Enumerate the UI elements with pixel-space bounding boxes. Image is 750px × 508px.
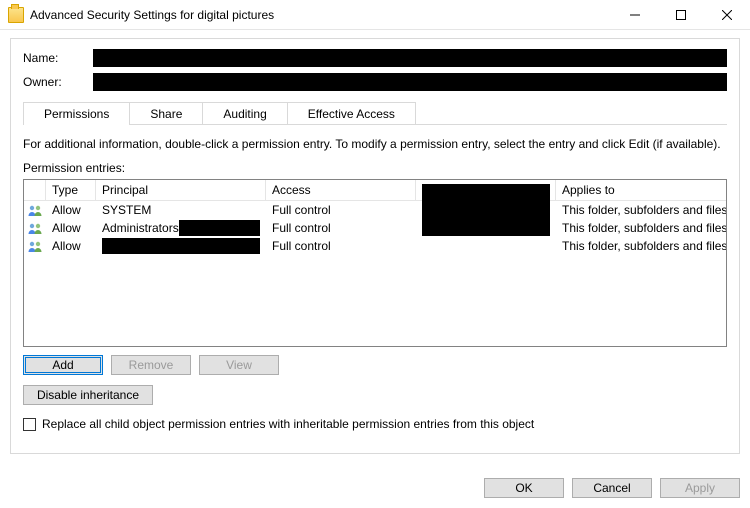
dialog-footer: OK Cancel Apply xyxy=(484,478,740,498)
minimize-button[interactable] xyxy=(612,0,658,29)
name-value-redacted xyxy=(93,49,727,67)
table-header: Type Principal Access Inherited from App… xyxy=(24,180,726,201)
replace-children-label: Replace all child object permission entr… xyxy=(42,417,534,431)
cell-type: Allow xyxy=(46,238,96,254)
cell-type: Allow xyxy=(46,202,96,218)
users-icon xyxy=(24,204,46,216)
maximize-button[interactable] xyxy=(658,0,704,29)
apply-button[interactable]: Apply xyxy=(660,478,740,498)
disable-inheritance-button[interactable]: Disable inheritance xyxy=(23,385,153,405)
main-panel: Name: Owner: Permissions Share Auditing … xyxy=(10,38,740,454)
cell-access: Full control xyxy=(266,202,416,218)
inherited-redacted xyxy=(422,184,550,236)
tab-auditing[interactable]: Auditing xyxy=(202,102,287,125)
close-button[interactable] xyxy=(704,0,750,29)
view-button[interactable]: View xyxy=(199,355,279,375)
window-titlebar: Advanced Security Settings for digital p… xyxy=(0,0,750,30)
cancel-button[interactable]: Cancel xyxy=(572,478,652,498)
info-text: For additional information, double-click… xyxy=(23,137,727,151)
principal-redacted xyxy=(179,220,260,236)
table-row[interactable]: Allow Full control This folder, subfolders… xyxy=(24,237,726,255)
users-icon xyxy=(24,240,46,252)
users-icon xyxy=(24,222,46,234)
tab-effective-access[interactable]: Effective Access xyxy=(287,102,416,125)
cell-access: Full control xyxy=(266,220,416,236)
name-label: Name: xyxy=(23,51,93,65)
cell-access: Full control xyxy=(266,238,416,254)
permission-table[interactable]: Type Principal Access Inherited from App… xyxy=(23,179,727,347)
col-access[interactable]: Access xyxy=(266,180,416,200)
tab-share[interactable]: Share xyxy=(129,102,203,125)
tabs: Permissions Share Auditing Effective Acc… xyxy=(23,101,727,124)
folder-icon xyxy=(8,7,24,23)
col-type[interactable]: Type xyxy=(46,180,96,200)
add-button[interactable]: Add xyxy=(23,355,103,375)
cell-principal: Administrators xyxy=(96,220,266,236)
window-title: Advanced Security Settings for digital p… xyxy=(30,8,612,22)
ok-button[interactable]: OK xyxy=(484,478,564,498)
cell-applies: This folder, subfolders and files xyxy=(556,202,726,218)
entries-label: Permission entries: xyxy=(23,161,727,175)
col-applies[interactable]: Applies to xyxy=(556,180,726,200)
tab-permissions[interactable]: Permissions xyxy=(23,102,130,125)
owner-value-redacted xyxy=(93,73,727,91)
cell-inherited xyxy=(416,184,556,236)
cell-applies: This folder, subfolders and files xyxy=(556,238,726,254)
owner-label: Owner: xyxy=(23,75,93,89)
table-row[interactable]: AllowSYSTEMFull control This folder, subf… xyxy=(24,201,726,219)
cell-applies: This folder, subfolders and files xyxy=(556,220,726,236)
cell-principal xyxy=(96,238,266,254)
col-principal[interactable]: Principal xyxy=(96,180,266,200)
replace-children-checkbox[interactable] xyxy=(23,418,36,431)
cell-principal: SYSTEM xyxy=(96,203,266,217)
remove-button[interactable]: Remove xyxy=(111,355,191,375)
cell-type: Allow xyxy=(46,220,96,236)
principal-redacted xyxy=(102,238,260,254)
table-row[interactable]: AllowAdministratorsFull control This fold… xyxy=(24,219,726,237)
